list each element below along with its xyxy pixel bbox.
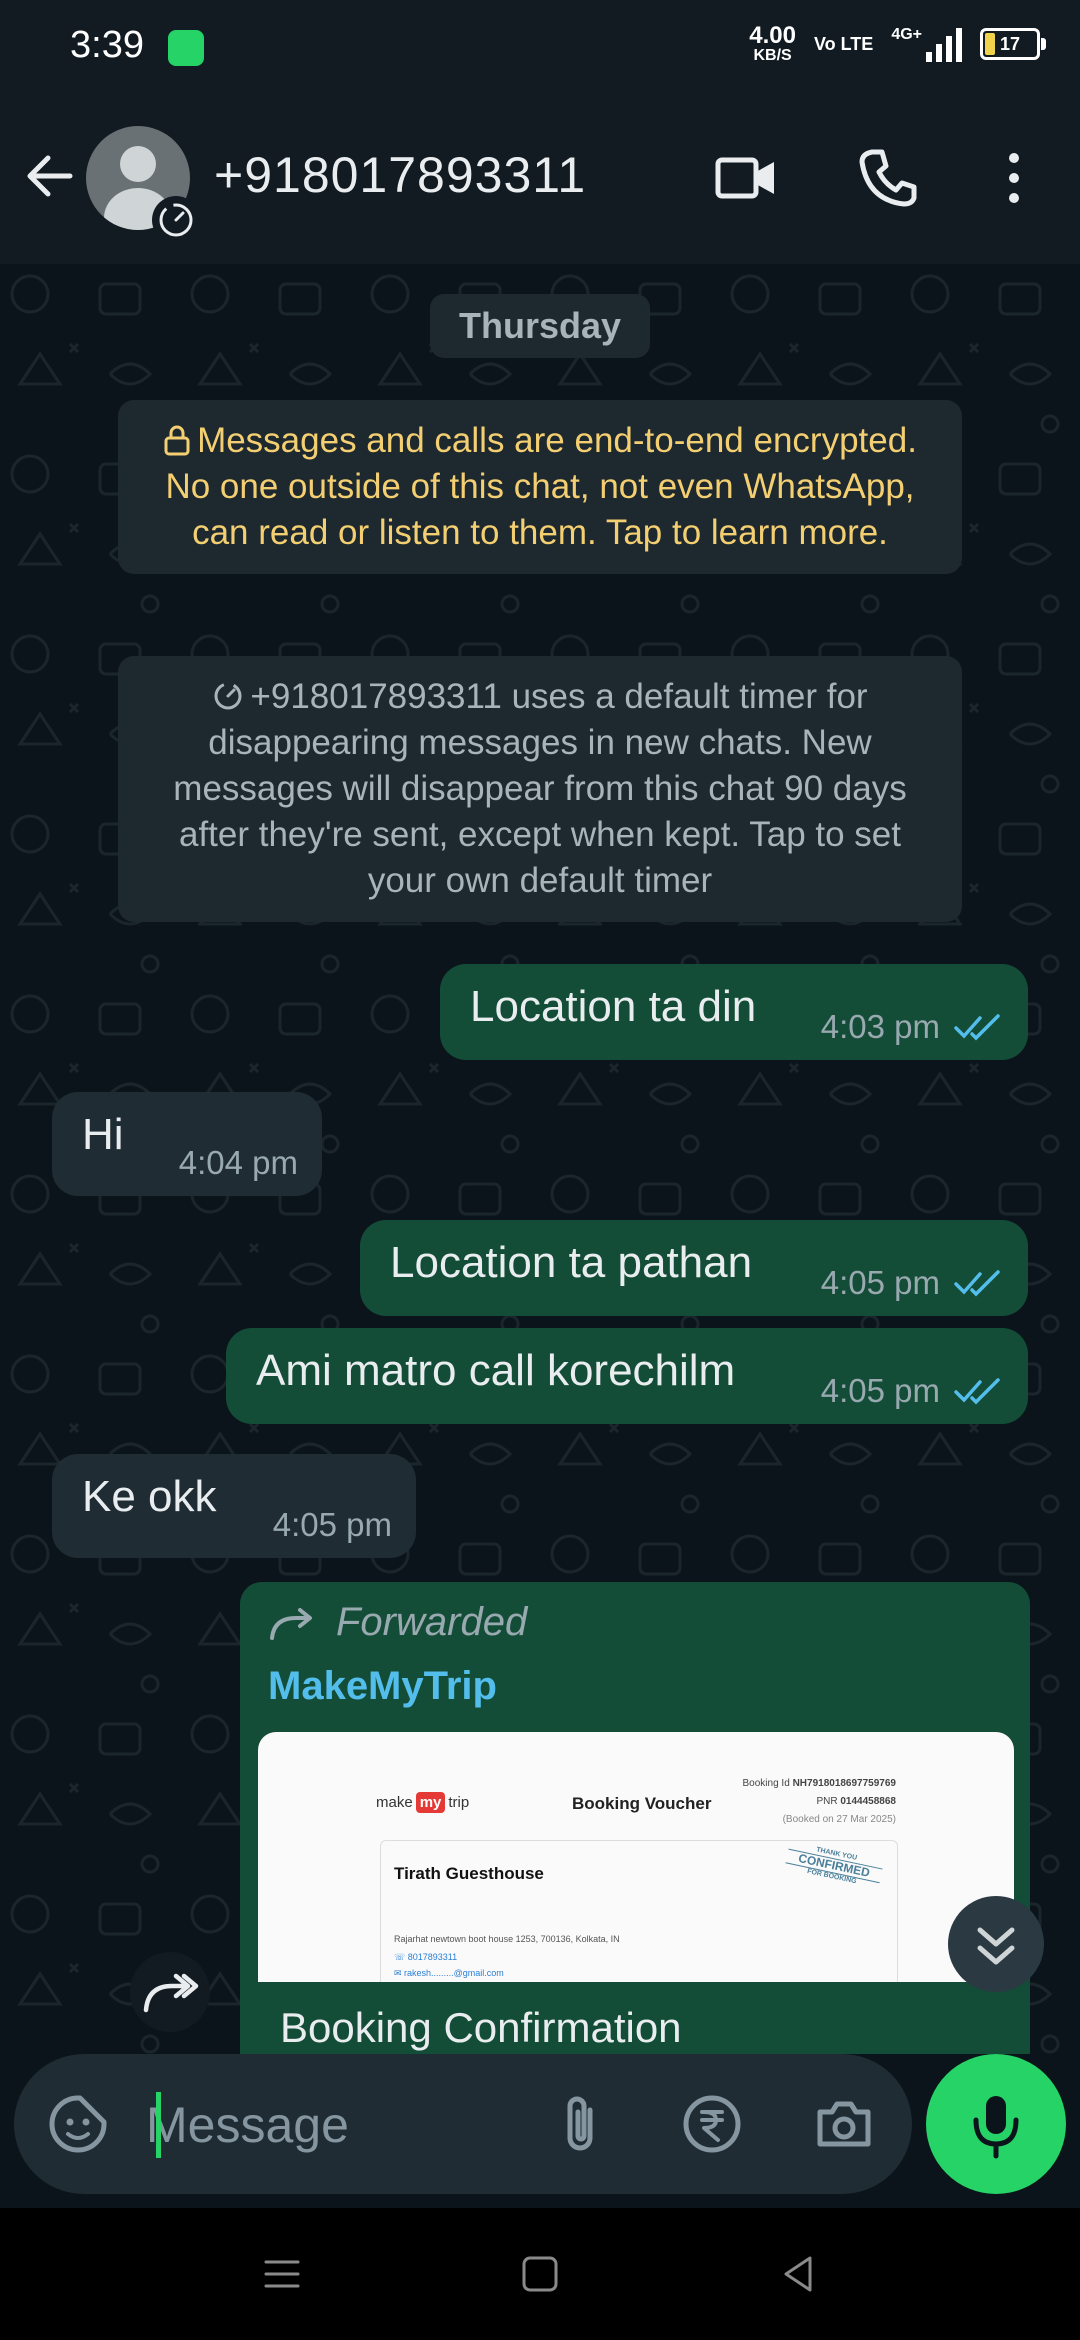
video-call-icon[interactable] — [710, 142, 782, 214]
payment-rupee-icon[interactable] — [676, 2088, 748, 2160]
encryption-notice[interactable]: Messages and calls are end-to-end encryp… — [118, 400, 962, 574]
read-ticks-icon — [954, 1014, 1000, 1041]
text-caret — [156, 2092, 161, 2158]
battery-icon: 17 — [980, 28, 1046, 60]
volte-indicator: Vo LTE — [813, 34, 874, 54]
network-speed-value: 4.00 — [749, 22, 796, 49]
network-speed: 4.00 KB/S — [749, 24, 796, 64]
message-bubble-outgoing[interactable]: Location ta din 4:03 pm — [440, 964, 1028, 1060]
notification-app-icon — [168, 30, 204, 66]
disappearing-timer-notice[interactable]: +918017893311 uses a default timer for d… — [118, 656, 962, 922]
message-bubble-incoming[interactable]: Ke okk 4:05 pm — [52, 1454, 416, 1558]
back-arrow-icon[interactable] — [20, 146, 80, 206]
timer-notice-text: +918017893311 uses a default timer for d… — [173, 677, 907, 900]
attach-paperclip-icon[interactable] — [544, 2088, 616, 2160]
message-bubble-incoming[interactable]: Hi 4:04 pm — [52, 1092, 322, 1196]
hotel-address: Rajarhat newtown boot house 1253, 700136… — [394, 1934, 620, 1944]
timer-icon — [214, 682, 242, 710]
message-text: Ami matro call korechilm — [256, 1346, 736, 1395]
voucher-pnr: PNR 0144458868 — [816, 1796, 896, 1807]
status-time: 3:39 — [70, 24, 144, 66]
camera-icon[interactable] — [808, 2088, 880, 2160]
status-indicators: 4.00 KB/S Vo LTE 4G+ 17 — [749, 24, 1046, 64]
lock-icon — [164, 425, 190, 456]
double-chevron-down-icon — [977, 1927, 1015, 1965]
message-time: 4:04 pm — [178, 1144, 298, 1181]
message-composer — [14, 2054, 912, 2194]
hotel-name: Tirath Guesthouse — [394, 1864, 544, 1883]
message-text: Hi — [82, 1110, 124, 1159]
message-time: 4:05 pm — [820, 1264, 940, 1301]
chat-area[interactable]: Thursday Messages and calls are end-to-e… — [0, 264, 1080, 2054]
message-text: Location ta pathan — [390, 1238, 753, 1287]
date-chip: Thursday — [430, 294, 650, 358]
voucher-booking-id: Booking Id NH7918018697759769 — [742, 1778, 896, 1789]
home-icon[interactable] — [510, 2244, 570, 2304]
contact-name[interactable]: +918017893311 — [214, 146, 586, 204]
voucher-booked-on: (Booked on 27 Mar 2025) — [782, 1814, 896, 1825]
back-nav-icon[interactable] — [768, 2244, 828, 2304]
read-ticks-icon — [954, 1378, 1000, 1405]
forwarded-icon — [270, 1608, 312, 1640]
message-input[interactable] — [144, 2080, 528, 2170]
disappearing-timer-icon — [152, 196, 200, 244]
quick-forward-button[interactable] — [130, 1952, 210, 2032]
message-bubble-outgoing[interactable]: Location ta pathan 4:05 pm — [360, 1220, 1028, 1316]
makemytrip-logo: make my trip — [376, 1792, 470, 1813]
status-bar: 3:39 4.00 KB/S Vo LTE 4G+ 17 — [0, 0, 1080, 96]
message-text: Location ta din — [470, 982, 757, 1031]
more-options-icon[interactable] — [978, 142, 1050, 214]
network-type: 4G+ — [891, 26, 922, 43]
hotel-email: ✉ rakesh.........@gmail.com — [394, 1968, 504, 1978]
message-text: Ke okk — [82, 1472, 217, 1521]
forwarded-label: Forwarded — [336, 1600, 528, 1644]
forwarded-caption: Booking Confirmation — [280, 2004, 682, 2051]
encryption-notice-text: Messages and calls are end-to-end encryp… — [165, 421, 917, 552]
forwarded-sender[interactable]: MakeMyTrip — [268, 1664, 497, 1709]
network-speed-unit: KB/S — [753, 47, 792, 64]
system-navigation-bar — [0, 2208, 1080, 2340]
scroll-to-bottom-button[interactable] — [948, 1896, 1044, 1992]
message-bubble-outgoing[interactable]: Ami matro call korechilm 4:05 pm — [226, 1328, 1028, 1424]
voice-call-icon[interactable] — [852, 142, 924, 214]
quick-forward-icon — [143, 1973, 199, 2013]
hotel-phone: ☏ 8017893311 — [394, 1952, 458, 1962]
chat-header: +918017893311 — [0, 96, 1080, 264]
signal-icon: 4G+ — [891, 26, 962, 62]
voice-record-button[interactable] — [926, 2054, 1066, 2194]
read-ticks-icon — [954, 1270, 1000, 1297]
forwarded-message-bubble[interactable]: Forwarded MakeMyTrip make my trip Bookin… — [240, 1582, 1030, 2054]
battery-level: 17 — [999, 34, 1021, 54]
booking-voucher-preview[interactable]: make my trip Booking Voucher Booking Id … — [258, 1732, 1014, 1982]
message-time: 4:03 pm — [820, 1008, 940, 1045]
voucher-title: Booking Voucher — [572, 1794, 712, 1813]
sticker-emoji-icon[interactable] — [42, 2088, 114, 2160]
message-time: 4:05 pm — [820, 1372, 940, 1409]
microphone-icon — [973, 2096, 1019, 2159]
message-time: 4:05 pm — [272, 1506, 392, 1543]
recent-apps-icon[interactable] — [252, 2244, 312, 2304]
